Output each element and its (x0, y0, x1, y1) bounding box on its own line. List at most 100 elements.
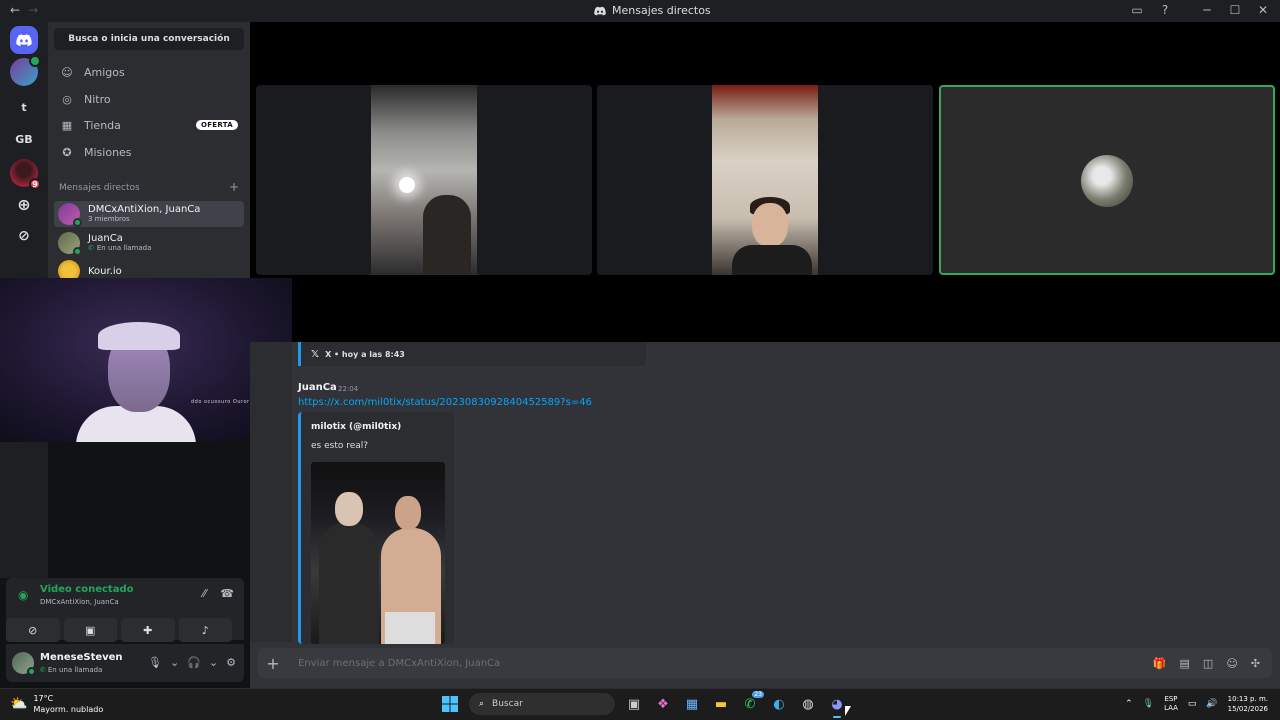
chevron-down-icon[interactable]: ⌄ (170, 656, 179, 669)
create-dm-icon[interactable]: + (229, 181, 239, 193)
headphones-icon[interactable]: 🎧 (187, 656, 201, 669)
server-red-icon[interactable]: 9 (10, 159, 41, 190)
discord-icon (594, 6, 606, 15)
file-explorer-icon[interactable]: ▬ (711, 693, 731, 715)
nav-quests[interactable]: ✪ Misiones (54, 140, 244, 164)
server-t[interactable]: t (10, 93, 38, 121)
language-indicator[interactable]: ESP LAA (1164, 695, 1178, 713)
nav-friends[interactable]: ☺ Amigos (54, 60, 244, 84)
video-tile-3[interactable] (939, 85, 1275, 275)
dm-item-group[interactable]: DMCxAntiXion, JuanCa 3 miembros (54, 201, 244, 227)
nav-quests-label: Misiones (84, 145, 132, 159)
help-icon[interactable]: ? (1158, 3, 1172, 17)
camera-off-button[interactable]: ⊘ (6, 618, 60, 642)
shop-icon: ▦ (61, 118, 73, 132)
noise-suppression-icon[interactable]: ⁄⁄ (203, 587, 207, 600)
windows-start-icon[interactable] (440, 693, 460, 715)
settings-gear-icon[interactable]: ⚙ (226, 656, 236, 669)
dm-name: JuanCa (88, 233, 123, 244)
gif-icon[interactable]: ▤ (1180, 657, 1190, 670)
dm-item-juanca[interactable]: JuanCa ✆ En una llamada (54, 230, 244, 256)
overlay-text: ddo ocuosuro Ouror (191, 399, 250, 405)
quests-icon: ✪ (62, 145, 72, 159)
back-icon[interactable]: ← (10, 3, 20, 17)
message-input[interactable]: Enviar mensaje a DMCxAntiXion, JuanCa (288, 658, 1153, 669)
search-conversation-button[interactable]: Busca o inicia una conversación (54, 28, 244, 50)
server-sidebar: t GB 9 ⊕ ⊘ (0, 22, 48, 278)
embed-image[interactable] (311, 462, 445, 644)
window-title-text: Mensajes directos (612, 4, 711, 17)
disconnect-icon[interactable]: ☎ (220, 587, 234, 600)
user-status: ✆ En una llamada (40, 666, 103, 674)
video-tile-1[interactable] (256, 85, 592, 275)
window-title: Mensajes directos (594, 4, 711, 17)
add-server-icon[interactable]: ⊕ (10, 190, 38, 218)
nav-shop[interactable]: ▦ Tienda OFERTA (54, 113, 244, 137)
embed-source: X • hoy a las 8:43 (325, 349, 405, 359)
chevron-down-icon[interactable]: ⌄ (209, 656, 218, 669)
emoji-icon[interactable]: ☺ (1226, 657, 1237, 670)
link-embed: milotix (@mil0tix) es esto real? (298, 412, 454, 644)
avatar[interactable] (12, 652, 36, 676)
close-button[interactable]: ✕ (1256, 3, 1270, 17)
network-icon[interactable]: ▭ (1188, 699, 1197, 709)
dm-item-kourio[interactable]: Kour.io (54, 258, 244, 278)
system-tray: ⌃ 🎙 ESP LAA ▭ 🔊 10:13 p. m. 15/02/2026 (1125, 694, 1268, 714)
nav-nitro[interactable]: ◎ Nitro (54, 87, 244, 111)
chrome-icon[interactable]: ◍ (798, 693, 818, 715)
group-avatar (58, 203, 82, 227)
maximize-button[interactable]: ☐ (1228, 3, 1242, 17)
soundboard-button[interactable]: ♪ (178, 618, 232, 642)
server-gb[interactable]: GB (10, 125, 38, 153)
nitro-icon: ◎ (62, 92, 72, 106)
dm-name: DMCxAntiXion, JuanCa (88, 204, 201, 215)
clock[interactable]: 10:13 p. m. 15/02/2026 (1228, 694, 1268, 714)
discord-icon (16, 34, 32, 46)
chat-area: 𝕏 X • hoy a las 8:43 JuanCa 22:04 https:… (250, 342, 1280, 688)
attach-plus-icon[interactable]: + (258, 654, 288, 673)
offer-badge: OFERTA (195, 120, 238, 130)
copilot-icon[interactable]: ❖ (653, 693, 673, 715)
message-author[interactable]: JuanCa (298, 382, 337, 393)
taskbar-search-label: Buscar (492, 699, 523, 709)
user-avatar (58, 232, 82, 256)
screen-share-button[interactable]: ▣ (63, 618, 117, 642)
windows-taskbar: ⛅ 17°C Mayorm. nublado ⌕ Buscar ▣ ❖ ▦ ▬ … (0, 688, 1280, 720)
discover-icon[interactable]: ⊘ (10, 222, 38, 250)
taskbar-search[interactable]: ⌕ Buscar (469, 693, 615, 715)
gift-icon[interactable]: 🎁 (1153, 657, 1167, 670)
whatsapp-icon[interactable]: ✆ 23 (740, 691, 764, 715)
embed-description: es esto real? (311, 441, 369, 451)
apps-icon[interactable]: ✣ (1251, 657, 1260, 670)
home-button[interactable] (10, 26, 38, 54)
weather-widget[interactable]: ⛅ 17°C Mayorm. nublado (10, 693, 103, 715)
left-bottom-area: ◉ Video conectado DMCxAntiXion, JuanCa ⁄… (0, 442, 250, 688)
username[interactable]: MeneseSteven (40, 652, 123, 663)
chevron-up-icon[interactable]: ⌃ (1125, 699, 1133, 709)
search-icon: ⌕ (479, 699, 485, 709)
edge-icon[interactable]: ◐ (769, 693, 789, 715)
embed-author[interactable]: milotix (@mil0tix) (311, 422, 401, 432)
microphone-icon[interactable]: 🎙 (148, 656, 162, 669)
activities-button[interactable]: ✚ (121, 618, 175, 642)
voice-channel[interactable]: DMCxAntiXion, JuanCa (40, 598, 119, 606)
signal-icon[interactable]: ◉ (18, 588, 28, 602)
inbox-icon[interactable]: ▭ (1130, 3, 1144, 17)
server-avatar-icon[interactable] (10, 55, 41, 86)
discord-taskbar-icon[interactable]: ◕ (827, 693, 847, 718)
sticker-icon[interactable]: ◫ (1203, 657, 1213, 670)
volume-icon[interactable]: 🔊 (1206, 699, 1217, 709)
voice-status[interactable]: Video conectado (40, 584, 133, 595)
video-tile-2[interactable] (597, 85, 933, 275)
self-camera-preview[interactable]: ddo ocuosuro Ouror (0, 278, 292, 442)
taskbar-apps: ⌕ Buscar ▣ ❖ ▦ ▬ ✆ 23 ◐ ◍ ◕ (440, 691, 847, 718)
store-icon[interactable]: ▦ (682, 693, 702, 715)
camera-feed (371, 85, 477, 275)
message-link[interactable]: https://x.com/mil0tix/status/20230830928… (298, 397, 592, 408)
user-avatar (58, 260, 80, 278)
task-view-icon[interactable]: ▣ (624, 693, 644, 715)
forward-icon[interactable]: → (28, 3, 38, 17)
minimize-button[interactable]: ─ (1200, 3, 1214, 17)
microphone-icon[interactable]: 🎙 (1143, 699, 1154, 709)
nav-shop-label: Tienda (84, 118, 121, 132)
